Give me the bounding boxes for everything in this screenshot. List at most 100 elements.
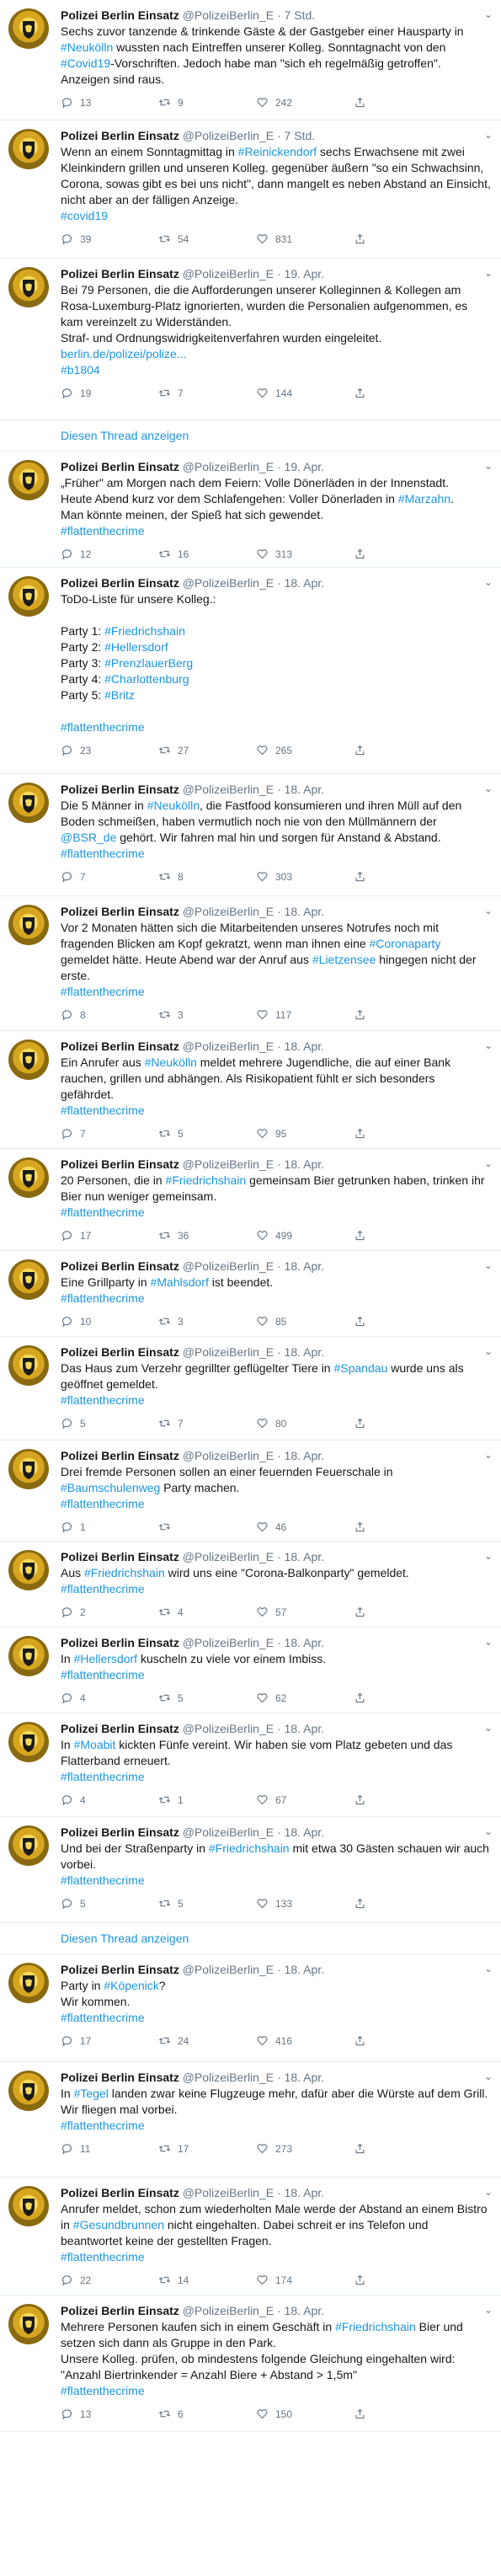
reply-button[interactable]: 39	[61, 232, 158, 245]
retweet-button[interactable]: 8	[158, 870, 256, 883]
avatar[interactable]	[8, 8, 49, 49]
author-name[interactable]: Polizei Berlin Einsatz	[61, 576, 179, 590]
tweet-date[interactable]: 18. Apr.	[285, 1825, 324, 1839]
hashtag-link[interactable]: #covid19	[61, 208, 491, 224]
tweet-date[interactable]: 18. Apr.	[285, 2186, 324, 2199]
hashtag-link[interactable]: #flattenthecrime	[61, 2249, 491, 2265]
hashtag-link[interactable]: #Mahlsdorf	[151, 1275, 209, 1289]
author-name[interactable]: Polizei Berlin Einsatz	[61, 460, 179, 473]
share-button[interactable]	[354, 1793, 373, 1806]
retweet-button[interactable]: 54	[158, 232, 256, 245]
hashtag-link[interactable]: #flattenthecrime	[61, 2383, 491, 2399]
share-button[interactable]	[354, 548, 373, 560]
share-button[interactable]	[354, 1127, 373, 1140]
hashtag-link[interactable]: #flattenthecrime	[61, 1496, 491, 1512]
author-name[interactable]: Polizei Berlin Einsatz	[61, 783, 179, 796]
hashtag-link[interactable]: #Baumschulenweg	[61, 1481, 160, 1494]
author-handle[interactable]: @PolizeiBerlin_E	[183, 1636, 274, 1649]
hashtag-link[interactable]: #Friedrichshain	[104, 624, 185, 638]
tweet-date[interactable]: 7 Std.	[285, 8, 316, 22]
reply-button[interactable]: 17	[61, 2034, 158, 2047]
avatar[interactable]	[8, 783, 49, 823]
avatar[interactable]	[8, 1722, 49, 1762]
avatar[interactable]	[8, 1825, 49, 1866]
like-button[interactable]: 303	[256, 870, 354, 883]
like-button[interactable]: 67	[256, 1793, 354, 1806]
chevron-down-icon[interactable]: ⌄	[484, 1449, 493, 1461]
chevron-down-icon[interactable]: ⌄	[484, 1039, 493, 1051]
like-button[interactable]: 242	[256, 96, 354, 109]
tweet[interactable]: ⌄ Polizei Berlin Einsatz @PolizeiBerlin_…	[0, 774, 501, 896]
reply-button[interactable]: 11	[61, 2142, 158, 2155]
hashtag-link[interactable]: #Neukölln	[145, 1056, 197, 1069]
reply-button[interactable]: 12	[61, 548, 158, 560]
author-name[interactable]: Polizei Berlin Einsatz	[61, 1722, 179, 1735]
tweet-date[interactable]: 18. Apr.	[285, 1345, 324, 1359]
share-button[interactable]	[354, 1897, 373, 1910]
retweet-button[interactable]: 1	[158, 1793, 256, 1806]
chevron-down-icon[interactable]: ⌄	[484, 576, 493, 588]
hashtag-link[interactable]: #flattenthecrime	[61, 719, 491, 735]
hashtag-link[interactable]: #flattenthecrime	[61, 1581, 491, 1597]
tweet-date[interactable]: 18. Apr.	[285, 1157, 324, 1171]
author-name[interactable]: Polizei Berlin Einsatz	[61, 1825, 179, 1839]
like-button[interactable]: 80	[256, 1417, 354, 1430]
tweet-date[interactable]: 7 Std.	[285, 129, 316, 142]
author-name[interactable]: Polizei Berlin Einsatz	[61, 905, 179, 918]
tweet-date[interactable]: 18. Apr.	[285, 1550, 324, 1563]
retweet-button[interactable]: 17	[158, 2142, 256, 2155]
author-handle[interactable]: @PolizeiBerlin_E	[183, 267, 274, 281]
retweet-button[interactable]: 5	[158, 1897, 256, 1910]
retweet-button[interactable]: 16	[158, 548, 256, 560]
author-name[interactable]: Polizei Berlin Einsatz	[61, 1449, 179, 1462]
retweet-button[interactable]: 14	[158, 2274, 256, 2286]
like-button[interactable]: 313	[256, 548, 354, 560]
tweet-date[interactable]: 18. Apr.	[285, 905, 324, 918]
hashtag-link[interactable]: #Friedrichshain	[209, 1841, 290, 1855]
reply-button[interactable]: 13	[61, 2408, 158, 2420]
reply-button[interactable]: 8	[61, 1008, 158, 1021]
hashtag-link[interactable]: #flattenthecrime	[61, 2118, 491, 2134]
author-handle[interactable]: @PolizeiBerlin_E	[183, 460, 274, 473]
tweet-date[interactable]: 18. Apr.	[285, 2071, 324, 2084]
author-name[interactable]: Polizei Berlin Einsatz	[61, 129, 179, 142]
avatar[interactable]	[8, 1039, 49, 1080]
chevron-down-icon[interactable]: ⌄	[484, 1550, 493, 1562]
author-handle[interactable]: @PolizeiBerlin_E	[183, 8, 274, 22]
chevron-down-icon[interactable]: ⌄	[484, 905, 493, 917]
hashtag-link[interactable]: #Friedrichshain	[335, 2320, 416, 2333]
reply-button[interactable]: 23	[61, 744, 158, 756]
avatar[interactable]	[8, 1449, 49, 1489]
tweet[interactable]: ⌄ Polizei Berlin Einsatz @PolizeiBerlin_…	[0, 2178, 501, 2295]
hashtag-link[interactable]: #flattenthecrime	[61, 2010, 491, 2026]
avatar[interactable]	[8, 129, 49, 169]
retweet-button[interactable]: 3	[158, 1315, 256, 1328]
author-name[interactable]: Polizei Berlin Einsatz	[61, 2186, 179, 2199]
avatar[interactable]	[8, 905, 49, 945]
author-name[interactable]: Polizei Berlin Einsatz	[61, 1345, 179, 1359]
retweet-button[interactable]: 7	[158, 1417, 256, 1430]
chevron-down-icon[interactable]: ⌄	[484, 1157, 493, 1169]
hashtag-link[interactable]: #Tegel	[74, 2087, 109, 2100]
avatar[interactable]	[8, 1963, 49, 2003]
tweet-date[interactable]: 18. Apr.	[285, 1636, 324, 1649]
author-handle[interactable]: @PolizeiBerlin_E	[183, 905, 274, 918]
retweet-button[interactable]: 3	[158, 1008, 256, 1021]
reply-button[interactable]: 4	[61, 1793, 158, 1806]
reply-button[interactable]: 2	[61, 1606, 158, 1618]
tweet[interactable]: ⌄ Polizei Berlin Einsatz @PolizeiBerlin_…	[0, 259, 501, 420]
like-button[interactable]: 117	[256, 1008, 354, 1021]
tweet-date[interactable]: 18. Apr.	[285, 2304, 324, 2317]
share-button[interactable]	[354, 1229, 373, 1242]
author-handle[interactable]: @PolizeiBerlin_E	[183, 1963, 274, 1976]
chevron-down-icon[interactable]: ⌄	[484, 1259, 493, 1271]
avatar[interactable]	[8, 267, 49, 307]
author-handle[interactable]: @PolizeiBerlin_E	[183, 1825, 274, 1839]
hashtag-link[interactable]: #Marzahn	[398, 492, 450, 505]
author-handle[interactable]: @PolizeiBerlin_E	[183, 1345, 274, 1359]
tweet-date[interactable]: 19. Apr.	[285, 460, 324, 473]
chevron-down-icon[interactable]: ⌄	[484, 1722, 493, 1734]
share-button[interactable]	[354, 870, 373, 883]
hashtag-link[interactable]: #flattenthecrime	[61, 984, 491, 1000]
hashtag-link[interactable]: #b1804	[61, 362, 491, 378]
